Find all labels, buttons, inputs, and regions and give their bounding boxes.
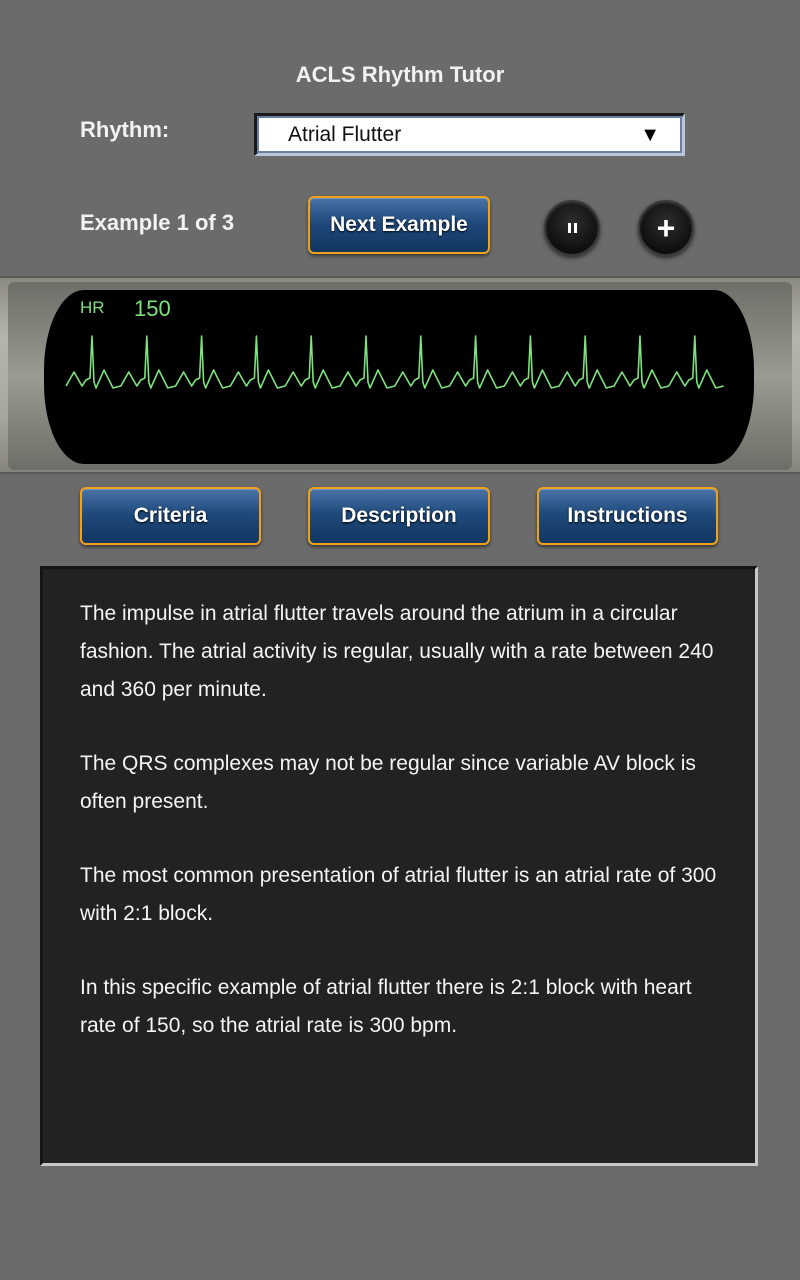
pause-icon bbox=[567, 223, 577, 233]
monitor-screen: HR 150 bbox=[44, 290, 754, 464]
next-example-button[interactable]: Next Example bbox=[308, 196, 490, 254]
rhythm-label: Rhythm: bbox=[80, 117, 170, 142]
plus-icon: + bbox=[656, 210, 676, 246]
rhythm-selected-value: Atrial Flutter bbox=[288, 123, 402, 146]
description-panel: The impulse in atrial flutter travels ar… bbox=[40, 566, 758, 1166]
description-paragraph: The most common presentation of atrial f… bbox=[80, 864, 717, 925]
dropdown-arrow-icon: ▼ bbox=[640, 123, 660, 146]
criteria-button[interactable]: Criteria bbox=[80, 487, 261, 545]
app-title: ACLS Rhythm Tutor bbox=[295, 62, 505, 87]
instructions-button[interactable]: Instructions bbox=[537, 487, 718, 545]
example-counter: Example 1 of 3 bbox=[80, 210, 235, 235]
ecg-waveform bbox=[65, 335, 724, 389]
description-paragraph: The impulse in atrial flutter travels ar… bbox=[80, 602, 714, 701]
ecg-monitor: HR 150 bbox=[0, 276, 800, 474]
description-paragraph: In this specific example of atrial flutt… bbox=[80, 976, 692, 1037]
ecg-trace bbox=[65, 335, 724, 389]
description-button[interactable]: Description bbox=[308, 487, 490, 545]
pause-button[interactable] bbox=[544, 200, 600, 256]
rhythm-dropdown[interactable]: Atrial Flutter ▼ bbox=[254, 113, 685, 156]
description-paragraph: The QRS complexes may not be regular sin… bbox=[80, 752, 696, 813]
add-button[interactable]: + bbox=[638, 200, 694, 256]
